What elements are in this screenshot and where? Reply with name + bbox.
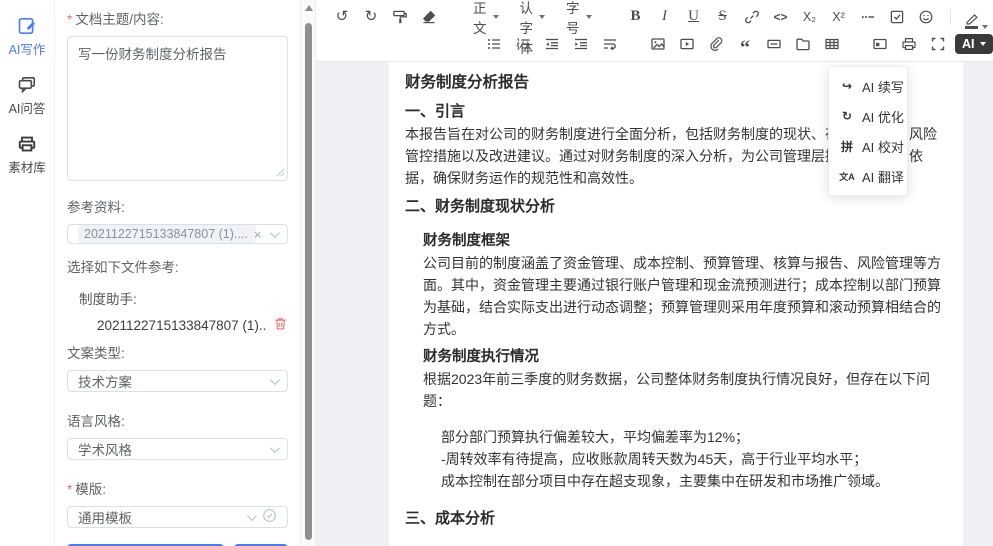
link-button[interactable] (740, 5, 764, 29)
style-label: 语言风格: (67, 410, 288, 430)
editor-toolbar: ↺ ↻ 正文 默认字体 字号 B I U (316, 0, 993, 62)
chevron-down-icon (247, 511, 257, 521)
scroll-up-arrow-icon[interactable] (305, 5, 313, 11)
doc-paragraph: 公司目前的制度涵盖了资金管理、成本控制、预算管理、核算与报告、风险管理等方面。其… (423, 252, 947, 340)
menu-item-ai-translate[interactable]: 文A AI 翻译 (829, 161, 907, 191)
insert-image-button[interactable] (646, 32, 670, 56)
indent-button[interactable] (569, 32, 593, 56)
highlight-color-button[interactable] (963, 5, 990, 29)
ai-translate-icon: 文A (839, 170, 855, 183)
topic-textarea[interactable]: 写一份财务制度分析报告 (67, 36, 288, 181)
form-panel: *文档主题/内容: 写一份财务制度分析报告 参考资料: 202112271513… (55, 0, 300, 546)
caret-down-icon (982, 25, 988, 29)
doc-paragraph: 根据2023年前三季度的财务数据，公司整体财务制度执行情况良好，但存在以下问题： (423, 368, 947, 412)
chevron-down-icon (270, 228, 280, 238)
sidebar-item-material-library[interactable]: 素材库 (8, 134, 46, 176)
code-block-button[interactable] (791, 32, 815, 56)
format-painter-button[interactable] (388, 5, 412, 29)
sidebar-item-ai-writing[interactable]: AI写作 (9, 16, 46, 58)
menu-item-ai-continue[interactable]: ↪ AI 续写 (829, 71, 907, 101)
material-library-icon (17, 134, 37, 154)
ai-continue-icon: ↪ (839, 79, 855, 93)
paragraph-style-select[interactable]: 正文 (465, 5, 507, 29)
reference-label: 参考资料: (67, 196, 288, 216)
eraser-button[interactable] (417, 5, 441, 29)
ai-optimize-icon: ↻ (839, 109, 855, 123)
required-asterisk: * (67, 482, 72, 497)
caret-down-icon (539, 15, 545, 19)
menu-item-ai-optimize[interactable]: ↻ AI 优化 (829, 101, 907, 131)
sidebar-item-label: 素材库 (8, 157, 46, 176)
insert-card-button[interactable] (868, 32, 892, 56)
tag-close-icon[interactable]: × (254, 228, 262, 241)
emoji-button[interactable] (914, 5, 938, 29)
strikethrough-button[interactable]: S (711, 5, 735, 29)
attachment-button[interactable] (704, 32, 728, 56)
sidebar-item-ai-qa[interactable]: AI问答 (9, 75, 46, 117)
caret-down-icon (586, 15, 592, 19)
sidebar-item-label: AI写作 (9, 39, 46, 58)
inline-code-button[interactable]: <> (769, 5, 793, 29)
template-select[interactable]: 通用模板 (67, 506, 288, 528)
underline-button[interactable]: U (682, 5, 706, 29)
bullet-list-button[interactable] (482, 32, 506, 56)
resize-grip-icon[interactable] (276, 164, 285, 180)
ai-writing-icon (17, 16, 37, 36)
insert-video-button[interactable] (675, 32, 699, 56)
more-style-button[interactable] (856, 5, 880, 29)
panel-scrollbar[interactable] (300, 0, 316, 546)
print-button[interactable] (897, 32, 921, 56)
doc-heading: 三、成本分析 (405, 508, 947, 530)
font-family-select[interactable]: 默认字体 (512, 5, 554, 29)
circle-check-icon (262, 508, 277, 526)
blockquote-button[interactable]: “ (733, 32, 757, 56)
fullscreen-button[interactable] (926, 32, 950, 56)
ordered-list-button[interactable] (511, 32, 535, 56)
required-asterisk: * (67, 12, 72, 27)
reference-select[interactable]: 2021122715133847807 (1)....× (67, 224, 288, 244)
undo-button[interactable]: ↺ (330, 5, 354, 29)
divider-block-button[interactable] (762, 32, 786, 56)
doc-subheading: 财务制度执行情况 (423, 346, 947, 368)
doc-heading: 二、财务制度现状分析 (405, 196, 947, 218)
bold-button[interactable]: B (624, 5, 648, 29)
font-size-select[interactable]: 字号 (558, 5, 600, 29)
left-rail: AI写作 AI问答 素材库 (0, 0, 55, 546)
doc-list-item: 部分部门预算执行偏差较大，平均偏差率为12%； (441, 426, 947, 448)
file-row: 2021122715133847807 (1).... (97, 316, 288, 334)
topic-label: *文档主题/内容: (67, 8, 288, 28)
doc-list-item: -周转效率有待提高，应收账款周转天数为45天，高于行业平均水平； (441, 448, 947, 470)
menu-item-ai-proofread[interactable]: 拼 AI 校对 (829, 131, 907, 161)
copy-type-label: 文案类型: (67, 342, 288, 362)
caret-down-icon (980, 42, 986, 46)
redo-button[interactable]: ↻ (359, 5, 383, 29)
file-section-label: 选择如下文件参考: (67, 256, 288, 276)
ai-qa-icon (17, 75, 37, 95)
sidebar-item-label: AI问答 (9, 98, 46, 117)
trash-icon[interactable] (273, 316, 288, 334)
scrollbar-thumb[interactable] (305, 23, 312, 540)
doc-subheading: 财务制度框架 (423, 230, 947, 252)
ai-proofread-icon: 拼 (839, 138, 855, 155)
ai-tools-button[interactable]: AI (955, 34, 993, 54)
chevron-down-icon (270, 375, 280, 385)
ai-dropdown-menu: ↪ AI 续写 ↻ AI 优化 拼 AI 校对 文A AI 翻译 (828, 66, 908, 196)
style-select[interactable]: 学术风格 (67, 438, 288, 460)
outdent-button[interactable] (540, 32, 564, 56)
reference-tag[interactable]: 2021122715133847807 (1)....× (78, 225, 256, 243)
insert-table-button[interactable] (820, 32, 844, 56)
subscript-button[interactable]: X₂ (798, 5, 822, 29)
file-name: 2021122715133847807 (1).... (97, 318, 267, 333)
copy-type-select[interactable]: 技术方案 (67, 370, 288, 392)
task-checkbox-button[interactable] (885, 5, 909, 29)
template-label: *模版: (67, 478, 288, 498)
superscript-button[interactable]: X² (827, 5, 851, 29)
chevron-down-icon (270, 443, 280, 453)
text-wrap-button[interactable] (598, 32, 622, 56)
file-group-label: 制度助手: (79, 288, 288, 308)
doc-list-item: 成本控制在部分项目中存在超支现象，主要集中在研发和市场推广领域。 (441, 470, 947, 492)
italic-button[interactable]: I (653, 5, 677, 29)
caret-down-icon (493, 15, 499, 19)
